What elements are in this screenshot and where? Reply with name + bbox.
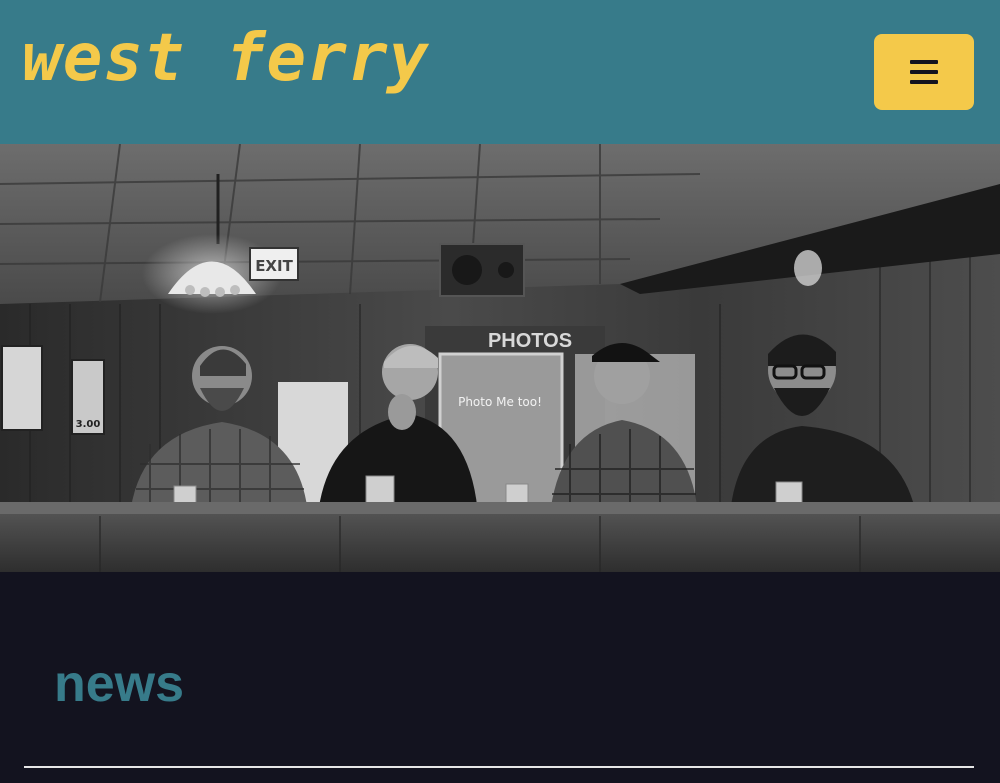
site-header: west ferry bbox=[0, 0, 1000, 144]
booth-poster-text: Photo Me too! bbox=[458, 395, 542, 409]
exit-sign: EXIT bbox=[255, 257, 293, 275]
band-photo: EXIT PHOTOS Photo Me too! 3.00 bbox=[0, 144, 1000, 572]
news-divider bbox=[24, 766, 974, 768]
photos-sign: PHOTOS bbox=[488, 330, 572, 352]
menu-button[interactable] bbox=[874, 34, 974, 110]
news-heading: news bbox=[54, 655, 185, 713]
hamburger-icon bbox=[910, 60, 938, 84]
flyer-price: 3.00 bbox=[76, 419, 101, 430]
hero-photo: EXIT PHOTOS Photo Me too! 3.00 bbox=[0, 144, 1000, 572]
news-section: news bbox=[0, 572, 1000, 783]
site-title[interactable]: west ferry bbox=[22, 21, 429, 95]
